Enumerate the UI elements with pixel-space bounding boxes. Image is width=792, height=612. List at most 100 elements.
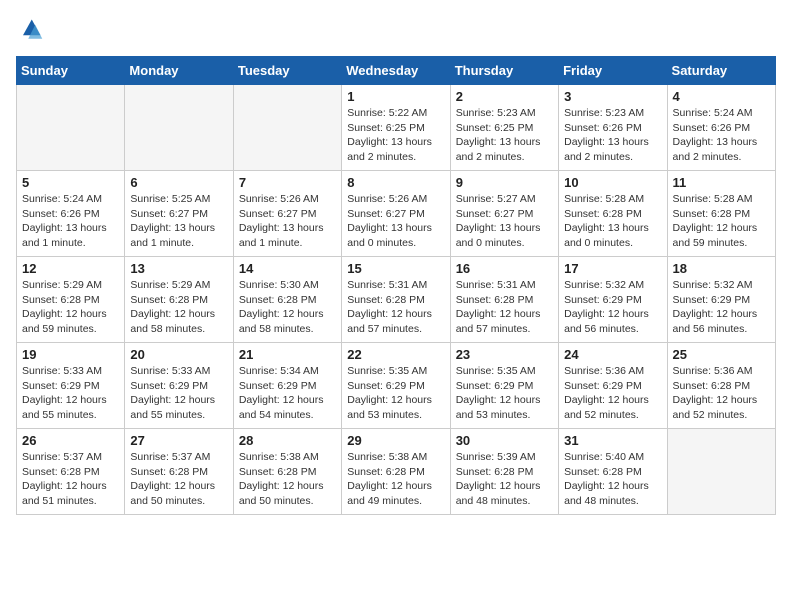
calendar-cell: 7 Sunrise: 5:26 AM Sunset: 6:27 PM Daylig… <box>233 171 341 257</box>
calendar-cell <box>667 429 775 515</box>
calendar-cell: 3 Sunrise: 5:23 AM Sunset: 6:26 PM Daylig… <box>559 85 667 171</box>
day-info: Sunrise: 5:34 AM Sunset: 6:29 PM Dayligh… <box>239 364 336 423</box>
calendar-cell <box>125 85 233 171</box>
day-info: Sunrise: 5:25 AM Sunset: 6:27 PM Dayligh… <box>130 192 227 251</box>
day-number: 19 <box>22 347 119 362</box>
day-number: 9 <box>456 175 553 190</box>
calendar-cell <box>17 85 125 171</box>
calendar-cell: 5 Sunrise: 5:24 AM Sunset: 6:26 PM Daylig… <box>17 171 125 257</box>
day-number: 10 <box>564 175 661 190</box>
calendar-table: SundayMondayTuesdayWednesdayThursdayFrid… <box>16 56 776 515</box>
calendar-cell: 4 Sunrise: 5:24 AM Sunset: 6:26 PM Daylig… <box>667 85 775 171</box>
day-info: Sunrise: 5:29 AM Sunset: 6:28 PM Dayligh… <box>130 278 227 337</box>
week-row-5: 26Sunrise: 5:37 AM Sunset: 6:28 PM Dayli… <box>17 429 776 515</box>
week-row-2: 5 Sunrise: 5:24 AM Sunset: 6:26 PM Daylig… <box>17 171 776 257</box>
logo-icon <box>16 16 44 44</box>
day-number: 31 <box>564 433 661 448</box>
page: SundayMondayTuesdayWednesdayThursdayFrid… <box>0 0 792 531</box>
day-number: 15 <box>347 261 444 276</box>
calendar-cell: 17 Sunrise: 5:32 AM Sunset: 6:29 PM Dayli… <box>559 257 667 343</box>
calendar-cell: 1 Sunrise: 5:22 AM Sunset: 6:25 PM Daylig… <box>342 85 450 171</box>
day-number: 20 <box>130 347 227 362</box>
calendar-cell: 16Sunrise: 5:31 AM Sunset: 6:28 PM Dayli… <box>450 257 558 343</box>
day-info: Sunrise: 5:33 AM Sunset: 6:29 PM Dayligh… <box>130 364 227 423</box>
calendar-header-thursday: Thursday <box>450 57 558 85</box>
day-info: Sunrise: 5:28 AM Sunset: 6:28 PM Dayligh… <box>564 192 661 251</box>
calendar-cell: 9Sunrise: 5:27 AM Sunset: 6:27 PM Daylig… <box>450 171 558 257</box>
calendar-header-tuesday: Tuesday <box>233 57 341 85</box>
day-number: 11 <box>673 175 770 190</box>
day-number: 13 <box>130 261 227 276</box>
calendar-cell: 25 Sunrise: 5:36 AM Sunset: 6:28 PM Dayli… <box>667 343 775 429</box>
day-number: 18 <box>673 261 770 276</box>
day-info: Sunrise: 5:35 AM Sunset: 6:29 PM Dayligh… <box>347 364 444 423</box>
day-number: 23 <box>456 347 553 362</box>
day-info: Sunrise: 5:29 AM Sunset: 6:28 PM Dayligh… <box>22 278 119 337</box>
day-info: Sunrise: 5:26 AM Sunset: 6:27 PM Dayligh… <box>347 192 444 251</box>
logo <box>16 16 48 44</box>
day-info: Sunrise: 5:38 AM Sunset: 6:28 PM Dayligh… <box>239 450 336 509</box>
calendar-header-saturday: Saturday <box>667 57 775 85</box>
day-number: 14 <box>239 261 336 276</box>
day-number: 12 <box>22 261 119 276</box>
calendar-cell: 15 Sunrise: 5:31 AM Sunset: 6:28 PM Dayli… <box>342 257 450 343</box>
day-number: 4 <box>673 89 770 104</box>
day-number: 22 <box>347 347 444 362</box>
day-info: Sunrise: 5:24 AM Sunset: 6:26 PM Dayligh… <box>22 192 119 251</box>
calendar-cell: 2Sunrise: 5:23 AM Sunset: 6:25 PM Daylig… <box>450 85 558 171</box>
calendar-cell: 28 Sunrise: 5:38 AM Sunset: 6:28 PM Dayli… <box>233 429 341 515</box>
day-number: 25 <box>673 347 770 362</box>
day-number: 1 <box>347 89 444 104</box>
day-info: Sunrise: 5:26 AM Sunset: 6:27 PM Dayligh… <box>239 192 336 251</box>
day-info: Sunrise: 5:24 AM Sunset: 6:26 PM Dayligh… <box>673 106 770 165</box>
calendar-cell: 21 Sunrise: 5:34 AM Sunset: 6:29 PM Dayli… <box>233 343 341 429</box>
day-info: Sunrise: 5:22 AM Sunset: 6:25 PM Dayligh… <box>347 106 444 165</box>
calendar-cell: 8 Sunrise: 5:26 AM Sunset: 6:27 PM Daylig… <box>342 171 450 257</box>
calendar-cell: 19Sunrise: 5:33 AM Sunset: 6:29 PM Dayli… <box>17 343 125 429</box>
calendar-cell: 12 Sunrise: 5:29 AM Sunset: 6:28 PM Dayli… <box>17 257 125 343</box>
calendar-cell: 26Sunrise: 5:37 AM Sunset: 6:28 PM Dayli… <box>17 429 125 515</box>
calendar-cell: 10 Sunrise: 5:28 AM Sunset: 6:28 PM Dayli… <box>559 171 667 257</box>
day-info: Sunrise: 5:39 AM Sunset: 6:28 PM Dayligh… <box>456 450 553 509</box>
day-info: Sunrise: 5:40 AM Sunset: 6:28 PM Dayligh… <box>564 450 661 509</box>
day-info: Sunrise: 5:23 AM Sunset: 6:25 PM Dayligh… <box>456 106 553 165</box>
day-number: 27 <box>130 433 227 448</box>
calendar-cell: 31 Sunrise: 5:40 AM Sunset: 6:28 PM Dayli… <box>559 429 667 515</box>
day-info: Sunrise: 5:31 AM Sunset: 6:28 PM Dayligh… <box>347 278 444 337</box>
day-info: Sunrise: 5:36 AM Sunset: 6:29 PM Dayligh… <box>564 364 661 423</box>
day-number: 8 <box>347 175 444 190</box>
calendar-cell: 30 Sunrise: 5:39 AM Sunset: 6:28 PM Dayli… <box>450 429 558 515</box>
day-info: Sunrise: 5:32 AM Sunset: 6:29 PM Dayligh… <box>564 278 661 337</box>
day-number: 6 <box>130 175 227 190</box>
calendar-cell: 13 Sunrise: 5:29 AM Sunset: 6:28 PM Dayli… <box>125 257 233 343</box>
day-info: Sunrise: 5:35 AM Sunset: 6:29 PM Dayligh… <box>456 364 553 423</box>
calendar-cell: 23 Sunrise: 5:35 AM Sunset: 6:29 PM Dayli… <box>450 343 558 429</box>
calendar-cell: 27Sunrise: 5:37 AM Sunset: 6:28 PM Dayli… <box>125 429 233 515</box>
header <box>16 16 776 44</box>
calendar-header-row: SundayMondayTuesdayWednesdayThursdayFrid… <box>17 57 776 85</box>
calendar-header-monday: Monday <box>125 57 233 85</box>
day-number: 28 <box>239 433 336 448</box>
day-number: 26 <box>22 433 119 448</box>
calendar-cell <box>233 85 341 171</box>
day-number: 5 <box>22 175 119 190</box>
day-info: Sunrise: 5:30 AM Sunset: 6:28 PM Dayligh… <box>239 278 336 337</box>
day-number: 17 <box>564 261 661 276</box>
day-number: 7 <box>239 175 336 190</box>
day-info: Sunrise: 5:23 AM Sunset: 6:26 PM Dayligh… <box>564 106 661 165</box>
day-info: Sunrise: 5:31 AM Sunset: 6:28 PM Dayligh… <box>456 278 553 337</box>
day-info: Sunrise: 5:28 AM Sunset: 6:28 PM Dayligh… <box>673 192 770 251</box>
day-info: Sunrise: 5:36 AM Sunset: 6:28 PM Dayligh… <box>673 364 770 423</box>
calendar-header-wednesday: Wednesday <box>342 57 450 85</box>
calendar-header-friday: Friday <box>559 57 667 85</box>
calendar-header-sunday: Sunday <box>17 57 125 85</box>
day-number: 24 <box>564 347 661 362</box>
day-info: Sunrise: 5:32 AM Sunset: 6:29 PM Dayligh… <box>673 278 770 337</box>
day-info: Sunrise: 5:38 AM Sunset: 6:28 PM Dayligh… <box>347 450 444 509</box>
day-number: 3 <box>564 89 661 104</box>
calendar-cell: 6 Sunrise: 5:25 AM Sunset: 6:27 PM Daylig… <box>125 171 233 257</box>
day-number: 21 <box>239 347 336 362</box>
day-number: 30 <box>456 433 553 448</box>
day-number: 29 <box>347 433 444 448</box>
calendar-cell: 11 Sunrise: 5:28 AM Sunset: 6:28 PM Dayli… <box>667 171 775 257</box>
